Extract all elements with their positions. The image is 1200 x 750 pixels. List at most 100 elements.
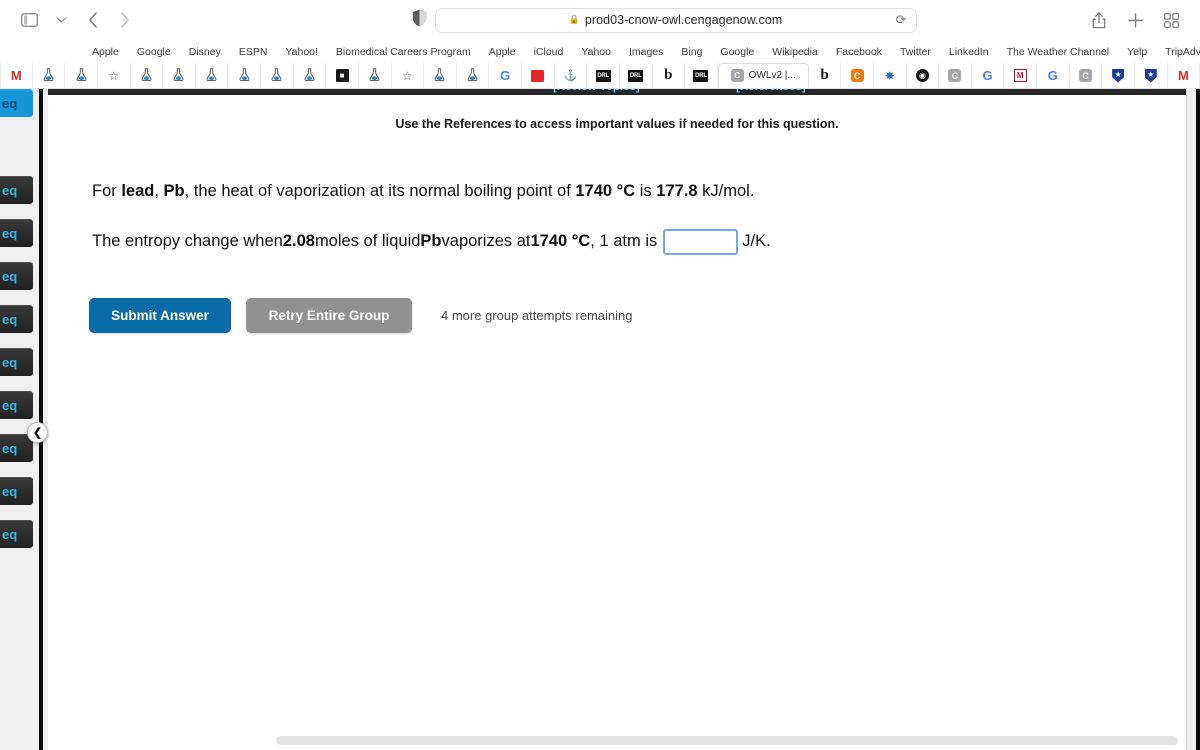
- favicon-bookmark[interactable]: C: [1070, 63, 1103, 88]
- favicon-bookmark[interactable]: [131, 63, 164, 88]
- url-bar[interactable]: 🔒 prod03-cnow-owl.cengagenow.com ⟳: [434, 7, 917, 33]
- favicon-bookmark[interactable]: DRL: [587, 63, 620, 88]
- bookmark-item[interactable]: Google: [128, 46, 180, 58]
- sidebar-question-item[interactable]: eq: [0, 305, 33, 333]
- favicon-bookmark[interactable]: ⚓: [555, 63, 588, 88]
- favicon-bookmark[interactable]: [65, 63, 98, 88]
- review-topics-link[interactable]: [Review Topics]: [553, 89, 640, 93]
- bookmark-item[interactable]: Images: [620, 46, 672, 58]
- bookmark-item[interactable]: Google: [711, 46, 763, 58]
- drl-favicon: DRL: [595, 69, 611, 82]
- bookmark-item[interactable]: Yahoo!: [276, 46, 327, 58]
- bookmark-item[interactable]: Twitter: [891, 46, 940, 58]
- favicon-bookmark[interactable]: ◉: [907, 63, 940, 88]
- sidebar-question-item[interactable]: eq: [0, 520, 33, 548]
- submit-answer-button[interactable]: Submit Answer: [89, 297, 231, 333]
- favicon-bookmark[interactable]: [33, 63, 66, 88]
- flask-favicon: [467, 67, 478, 84]
- favicon-bookmark[interactable]: G: [972, 63, 1005, 88]
- favicon-bookmark[interactable]: C: [939, 63, 972, 88]
- favicon-bookmark[interactable]: [163, 63, 196, 88]
- favicon-bookmark[interactable]: G: [489, 63, 522, 88]
- q2-unit: J/K.: [742, 232, 771, 251]
- sidebar-question-item[interactable]: eq: [0, 348, 33, 376]
- bookmark-item[interactable]: The Weather Channel: [998, 46, 1119, 58]
- favicon-bookmark[interactable]: DRL: [620, 63, 653, 88]
- favicon-bookmark[interactable]: [294, 63, 327, 88]
- flask-favicon: [206, 67, 217, 84]
- forward-arrow-icon[interactable]: [110, 6, 140, 34]
- q1-unit: kJ/mol.: [697, 182, 755, 200]
- favicon-bookmark[interactable]: ✸: [874, 63, 907, 88]
- bookmark-item[interactable]: Bing: [672, 46, 711, 58]
- bookmark-item[interactable]: Apple: [83, 46, 128, 58]
- plus-icon[interactable]: [1120, 6, 1150, 34]
- bookmark-item[interactable]: Yahoo: [572, 46, 620, 58]
- shield-icon[interactable]: [412, 9, 427, 32]
- favicon-bookmark[interactable]: ★: [1135, 63, 1168, 88]
- sidebar-question-item[interactable]: eq: [0, 176, 33, 204]
- sidebar-question-item[interactable]: eq: [0, 219, 33, 247]
- back-arrow-icon[interactable]: [78, 6, 108, 34]
- horizontal-scrollbar[interactable]: [276, 736, 1178, 745]
- sidebar-question-item[interactable]: eq: [0, 89, 33, 117]
- document-frame: [Review Topics] [References] Use the Ref…: [48, 89, 1200, 750]
- favicon-bookmark[interactable]: M: [0, 63, 33, 88]
- answer-input[interactable]: [663, 228, 739, 255]
- tab-overview-icon[interactable]: [1156, 6, 1186, 34]
- favicon-bookmark[interactable]: C: [841, 63, 874, 88]
- favicon-bookmark[interactable]: M: [1004, 63, 1038, 88]
- favicon-bookmark[interactable]: b: [653, 63, 686, 88]
- bookmark-item[interactable]: Wikipedia: [763, 46, 827, 58]
- favicon-bookmark[interactable]: [522, 63, 555, 88]
- bookmark-item[interactable]: LinkedIn: [940, 46, 998, 58]
- bookmark-item[interactable]: Biomedical Careers Program: [327, 46, 480, 58]
- top-banner: [Review Topics] [References]: [48, 89, 1186, 95]
- favicon-bookmark[interactable]: DRL: [685, 63, 718, 88]
- favicon-bookmark[interactable]: ☆: [392, 63, 425, 88]
- chevron-down-icon[interactable]: [46, 6, 76, 34]
- cengage-grey-favicon: C: [1078, 69, 1092, 82]
- flask-favicon: [369, 67, 380, 84]
- favicon-bookmark[interactable]: [196, 63, 229, 88]
- sidebar-question-item[interactable]: eq: [0, 262, 33, 290]
- q2-pre: The entropy change when: [92, 232, 283, 251]
- q2-mid1: moles of liquid: [314, 232, 421, 251]
- q1-mid: , the heat of vaporization at its normal…: [184, 182, 576, 200]
- bookmark-item[interactable]: Apple: [480, 46, 525, 58]
- anchor-favicon: ⚓: [563, 70, 578, 82]
- share-icon[interactable]: [1084, 6, 1114, 34]
- favicon-bookmark[interactable]: [228, 63, 261, 88]
- favicon-bookmark[interactable]: [424, 63, 457, 88]
- references-link[interactable]: [References]: [736, 89, 806, 93]
- sidebar-question-item[interactable]: eq: [0, 391, 33, 419]
- favicon-bookmark[interactable]: b: [809, 63, 842, 88]
- bookmark-item[interactable]: Yelp: [1118, 46, 1156, 58]
- bookmark-item[interactable]: Disney: [180, 46, 230, 58]
- bookmark-item[interactable]: Facebook: [827, 46, 891, 58]
- sidebar-collapse-button[interactable]: ❮: [27, 422, 48, 443]
- drl-favicon: DRL: [628, 69, 644, 82]
- reload-icon[interactable]: ⟳: [896, 12, 907, 28]
- sidebar-toggle-icon[interactable]: [14, 6, 44, 34]
- apps-grid-icon[interactable]: [14, 45, 17, 59]
- globe-favicon: ◉: [915, 69, 929, 82]
- favicon-bookmark[interactable]: ★: [1102, 63, 1135, 88]
- favicon-bookmark[interactable]: [457, 63, 490, 88]
- active-tab[interactable]: C OWLv2 |...: [717, 63, 809, 88]
- favicon-bookmark[interactable]: [261, 63, 294, 88]
- bookmark-item[interactable]: ESPN: [230, 46, 277, 58]
- favicon-bookmarks-row: M ☆ ■ ☆ G ⚓ DRL DRL b DRL C OWLv2 |... b C ✸ ◉ C G M G C ★ ★ M: [0, 63, 1200, 89]
- retry-entire-group-button[interactable]: Retry Entire Group: [246, 297, 412, 333]
- favicon-bookmark[interactable]: M: [1168, 63, 1200, 88]
- favicon-bookmark[interactable]: ■: [326, 63, 359, 88]
- favicon-bookmark[interactable]: [359, 63, 392, 88]
- bookmark-item[interactable]: iCloud: [525, 46, 573, 58]
- q1-pre: For: [92, 182, 122, 200]
- sidebar-question-item[interactable]: eq: [0, 477, 33, 505]
- flask-favicon: [304, 67, 315, 84]
- bookmark-item[interactable]: TripAdvisor: [1156, 46, 1200, 58]
- favicon-bookmark[interactable]: ☆: [98, 63, 131, 88]
- star-favicon: ☆: [108, 68, 120, 83]
- favicon-bookmark[interactable]: G: [1037, 63, 1070, 88]
